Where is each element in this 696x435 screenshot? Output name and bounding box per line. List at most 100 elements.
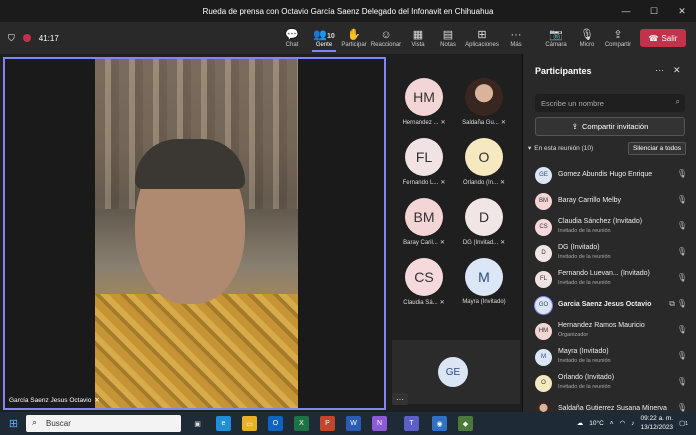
participant-tile[interactable]: O Orlando (In... ✕ xyxy=(454,138,514,196)
edge-icon[interactable]: e xyxy=(216,416,231,431)
recording-icon xyxy=(22,34,31,42)
emoji-icon: ☺ xyxy=(380,28,392,41)
list-item[interactable]: O Orlando (Invitado) Invitado de la reun… xyxy=(523,370,696,396)
windows-start-icon[interactable]: ⊞ xyxy=(6,416,21,431)
participant-search-input[interactable]: Escribe un nombre ⌕ xyxy=(535,94,685,112)
teams-icon[interactable]: T xyxy=(404,416,419,431)
close-icon[interactable]: ✕ xyxy=(673,65,681,76)
mic-off-icon: 🎙 xyxy=(676,195,687,204)
clock[interactable]: 09:22 a. m. 13/12/2023 xyxy=(641,414,674,432)
participant-tile[interactable]: BM Baray Caril... ✕ xyxy=(394,198,454,256)
participant-tile[interactable]: M Mayra (Invitado) xyxy=(454,258,514,316)
list-item[interactable]: M Mayra (Invitado) Invitado de la reunió… xyxy=(523,344,696,370)
mic-off-icon: ✕ xyxy=(439,240,445,246)
avatar: GO xyxy=(535,296,552,314)
share-button[interactable]: ⇪ Compartir xyxy=(602,24,634,52)
system-tray: ☁ 10°C ˄ ◠ ♪ 09:22 a. m. 13/12/2023 ▢1 xyxy=(577,414,688,432)
list-item[interactable]: BM Baray Carrillo Melby 🎙 xyxy=(523,188,696,214)
list-item[interactable]: FL Fernando Luevan... (Invitado) Invitad… xyxy=(523,266,696,292)
avatar: M xyxy=(465,258,503,296)
avatar xyxy=(535,400,552,412)
word-icon[interactable]: W xyxy=(346,416,361,431)
mic-off-icon: 🎙 xyxy=(676,221,687,230)
raise-hand-button[interactable]: ✋ Participar xyxy=(338,24,370,52)
shield-icon: ⛉ xyxy=(8,32,15,43)
participant-tile[interactable]: Saldaña Gu... ✕ xyxy=(454,78,514,136)
avatar: FL xyxy=(405,138,443,176)
screen-share-icon: ⧉ xyxy=(669,299,675,308)
app-icon[interactable]: ◆ xyxy=(458,416,473,431)
notification-icon[interactable]: ▢1 xyxy=(679,419,688,427)
participant-tiles: HM Hernandez ... ✕ Saldaña Gu... ✕ FL Fern… xyxy=(392,54,520,354)
more-options-button[interactable]: ··· xyxy=(392,393,408,405)
list-item[interactable]: D DG (Invitado) Invitado de la reunión 🎙 xyxy=(523,240,696,266)
maximize-button[interactable]: ☐ xyxy=(640,0,668,22)
phone-icon: ☎ xyxy=(648,33,659,43)
mute-all-button[interactable]: Silenciar a todos xyxy=(627,142,686,155)
chrome-icon[interactable]: ◉ xyxy=(432,416,447,431)
apps-button[interactable]: ⊞ Aplicaciones xyxy=(465,24,499,52)
participant-tile[interactable]: CS Claudia Sá... ✕ xyxy=(394,258,454,316)
avatar: D xyxy=(535,244,552,262)
react-button[interactable]: ☺ Reaccionar xyxy=(370,24,402,52)
mic-off-icon: 🎙 xyxy=(676,403,687,412)
list-item[interactable]: GO Garcia Saenz Jesus Octavio ⧉ 🎙 xyxy=(523,292,696,318)
chevron-up-icon[interactable]: ˄ xyxy=(610,420,614,427)
list-item[interactable]: GE Gomez Abundis Hugo Enrique 🎙 xyxy=(523,162,696,188)
view-button[interactable]: ▦ Vista xyxy=(402,24,434,52)
avatar: O xyxy=(535,374,552,392)
meeting-stage: García Saenz Jesus Octavio ✕ HM Hernande… xyxy=(0,54,522,412)
participant-tile[interactable]: HM Hernandez ... ✕ xyxy=(394,78,454,136)
mic-off-icon: ✕ xyxy=(499,180,506,186)
avatar: HM xyxy=(535,322,552,340)
notes-button[interactable]: ▤ Notas xyxy=(432,24,464,52)
chat-button[interactable]: 💬 Chat xyxy=(276,24,308,52)
mic-off-icon: 🎙 xyxy=(676,273,687,282)
video-name-tag: García Saenz Jesus Octavio ✕ xyxy=(9,396,100,405)
minimize-button[interactable]: — xyxy=(612,0,640,22)
taskbar: ⊞ ⌕ Buscar ▣ e ▭ O X P W N T ◉ ◆ ☁ 10°C … xyxy=(0,412,696,435)
wifi-icon[interactable]: ◠ xyxy=(620,419,626,427)
list-item[interactable]: CS Claudia Sánchez (Invitado) Invitado d… xyxy=(523,214,696,240)
more-button[interactable]: ··· Más xyxy=(500,24,532,52)
share-invite-button[interactable]: ⇪ Compartir invitación xyxy=(535,117,685,136)
volume-icon[interactable]: ♪ xyxy=(631,420,634,427)
camera-off-icon: 📷 xyxy=(549,28,563,41)
avatar: BM xyxy=(405,198,443,236)
mic-icon: 🎙 xyxy=(676,299,687,308)
overflow-tile[interactable]: GE xyxy=(392,340,520,404)
avatar: CS xyxy=(535,218,552,236)
share-icon: ⇪ xyxy=(571,122,578,131)
mic-off-icon: 🎙 xyxy=(676,247,687,256)
participant-tile[interactable]: FL Fernando L... ✕ xyxy=(394,138,454,196)
share-icon: ⇪ xyxy=(613,28,623,41)
close-window-button[interactable]: ✕ xyxy=(668,0,696,22)
weather-icon: ☁ xyxy=(576,420,584,427)
more-icon: ··· xyxy=(510,28,522,41)
list-item[interactable]: Saldaña Gutierrez Susana Minerva 🎙 xyxy=(523,396,696,412)
mic-off-icon: 🎙 xyxy=(676,169,687,178)
task-view-icon[interactable]: ▣ xyxy=(190,416,205,431)
taskbar-search[interactable]: ⌕ Buscar xyxy=(26,415,181,432)
section-header[interactable]: ▾ En esta reunión (10) xyxy=(528,144,593,153)
outlook-icon[interactable]: O xyxy=(268,416,283,431)
participant-tile[interactable]: D DG (Invitad... ✕ xyxy=(454,198,514,256)
excel-icon[interactable]: X xyxy=(294,416,309,431)
more-icon[interactable]: ··· xyxy=(655,65,664,75)
main-video[interactable]: García Saenz Jesus Octavio ✕ xyxy=(3,57,386,410)
powerpoint-icon[interactable]: P xyxy=(320,416,335,431)
avatar: BM xyxy=(535,192,552,210)
onenote-icon[interactable]: N xyxy=(372,416,387,431)
people-button[interactable]: 👥10 Gente xyxy=(308,24,340,52)
temperature: 10°C xyxy=(589,419,604,427)
meeting-toolbar: ⛉ 41:17 💬 Chat 👥10 Gente ✋ Participar ☺ … xyxy=(0,22,696,54)
mic-button[interactable]: 🎙 Micro xyxy=(571,24,603,52)
list-item[interactable]: HM Hernandez Ramos Mauricio Organizador … xyxy=(523,318,696,344)
camera-button[interactable]: 📷 Cámara xyxy=(540,24,572,52)
file-explorer-icon[interactable]: ▭ xyxy=(242,416,257,431)
hand-icon: ✋ xyxy=(347,28,361,41)
panel-title: Participantes xyxy=(535,66,592,76)
avatar: GE xyxy=(535,166,552,184)
chat-icon: 💬 xyxy=(285,28,299,41)
leave-button[interactable]: ☎ Salir xyxy=(640,29,686,47)
